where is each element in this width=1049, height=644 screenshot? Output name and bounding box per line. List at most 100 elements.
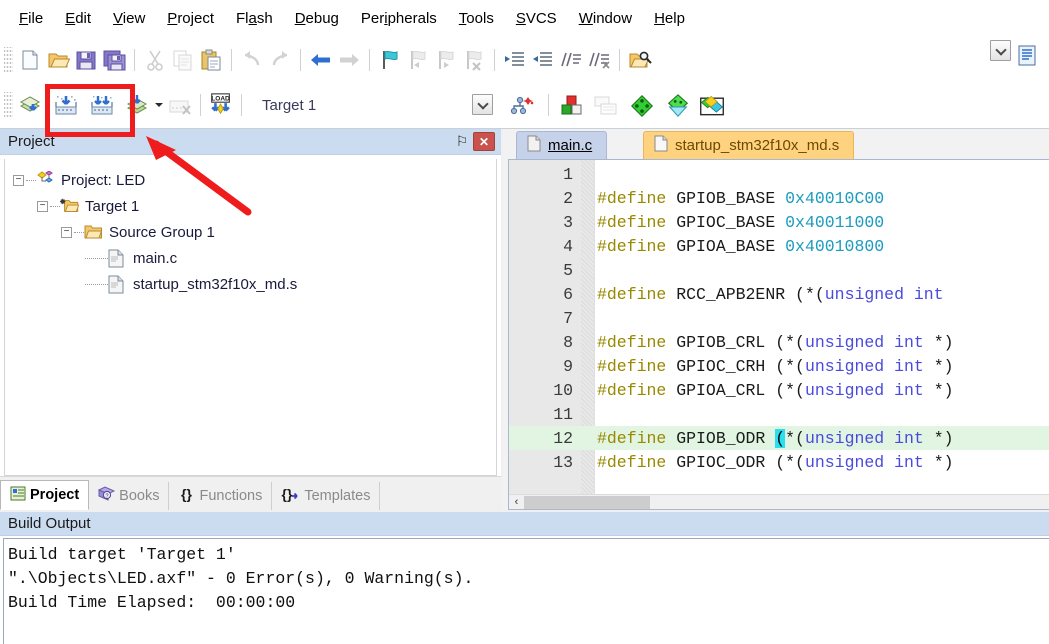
rebuild-icon[interactable] [88, 91, 116, 119]
menu-item-flash[interactable]: Flash [225, 6, 284, 31]
toolbar-grip[interactable] [4, 92, 13, 118]
tree-expander[interactable]: − [61, 226, 72, 238]
editor-tab-label: startup_stm32f10x_md.s [675, 137, 840, 154]
code-editor[interactable]: 1 2 #define GPIOB_BASE 0x40010C00 3 #define … [508, 159, 1049, 510]
new-file-icon[interactable] [16, 46, 44, 74]
build-output-text[interactable]: Build target 'Target 1' ".\Objects\LED.a… [3, 538, 1049, 644]
run-to-icon[interactable] [664, 92, 692, 120]
menu-item-svcs[interactable]: SVCS [505, 6, 568, 31]
target-options-icon[interactable] [508, 92, 536, 120]
code-line[interactable]: 7 [509, 306, 1049, 330]
code-line[interactable]: 9 #define GPIOC_CRH (*(unsigned int *) [509, 354, 1049, 378]
tree-node-startup-stm32f10x-md-s[interactable]: startup_stm32f10x_md.s [13, 271, 496, 297]
find-in-files-icon[interactable] [626, 46, 654, 74]
chevron-down-icon[interactable] [990, 40, 1011, 61]
tree-node-target-1[interactable]: − Target 1 [13, 193, 496, 219]
panel-tab-functions[interactable]: {} Functions [169, 482, 273, 510]
code-token: GPIOB_CRL [676, 332, 776, 352]
bookmark-toggle-icon[interactable] [376, 46, 404, 74]
undo-icon[interactable] [238, 46, 266, 74]
code-line[interactable]: 10 #define GPIOA_CRL (*(unsigned int *) [509, 378, 1049, 402]
code-line[interactable]: 2 #define GPIOB_BASE 0x40010C00 [509, 186, 1049, 210]
translate-icon[interactable] [18, 91, 46, 119]
code-token: GPIOC_ODR [676, 452, 776, 472]
bookmark-next-icon[interactable] [432, 46, 460, 74]
close-icon[interactable]: ✕ [473, 132, 495, 151]
build-icon[interactable] [52, 91, 80, 119]
project-tree[interactable]: − Project: LED − Target 1 − Source Group 1 mai… [4, 159, 497, 476]
menu-item-window[interactable]: Window [568, 6, 643, 31]
toolbar-grip[interactable] [4, 46, 13, 73]
stop-build-icon[interactable] [166, 91, 194, 119]
bookmark-clear-icon[interactable] [460, 46, 488, 74]
menu-item-debug[interactable]: Debug [284, 6, 350, 31]
editor-horizontal-scrollbar[interactable]: ‹ [509, 494, 1049, 509]
pack-installer-icon[interactable] [628, 92, 656, 120]
code-line[interactable]: 1 [509, 162, 1049, 186]
panel-tab-label: Books [119, 488, 160, 504]
toolbar-separator [200, 94, 201, 116]
code-token: #define [597, 236, 677, 256]
forward-arrow-icon[interactable] [335, 46, 363, 74]
chevron-down-icon[interactable] [472, 94, 493, 115]
menu-item-help[interactable]: Help [643, 6, 696, 31]
code-line[interactable]: 13 #define GPIOC_ODR (*(unsigned int *) [509, 450, 1049, 474]
back-arrow-icon[interactable] [307, 46, 335, 74]
code-token: GPIOC_CRH [676, 356, 776, 376]
code-line[interactable]: 4 #define GPIOA_BASE 0x40010800 [509, 234, 1049, 258]
line-number: 2 [563, 188, 573, 208]
panel-tab-project[interactable]: Project [0, 480, 90, 510]
code-line[interactable]: 3 #define GPIOC_BASE 0x40011000 [509, 210, 1049, 234]
paste-icon[interactable] [197, 46, 225, 74]
tree-expander[interactable]: − [37, 200, 48, 212]
menu-item-tools[interactable]: Tools [448, 6, 505, 31]
code-line[interactable]: 5 [509, 258, 1049, 282]
svg-text:{}: {} [282, 486, 293, 502]
project-icon [36, 171, 56, 189]
menu-item-peripherals[interactable]: Peripherals [350, 6, 448, 31]
uncomment-icon[interactable] [585, 46, 613, 74]
text-list-icon[interactable] [1013, 41, 1041, 69]
batch-build-dropdown-icon[interactable] [152, 91, 166, 119]
menu-item-view[interactable]: View [102, 6, 156, 31]
tree-node-main-c[interactable]: main.c [13, 245, 496, 271]
menu-item-file[interactable]: File [8, 6, 54, 31]
code-line[interactable]: 12 #define GPIOB_ODR (*(unsigned int *) [509, 426, 1049, 450]
multi-project-icon[interactable] [592, 92, 620, 120]
env-icon[interactable] [698, 92, 726, 120]
scroll-left-icon[interactable]: ‹ [509, 496, 524, 508]
tab-main-c[interactable]: main.c [516, 131, 608, 159]
save-icon[interactable] [72, 46, 100, 74]
cut-icon[interactable] [141, 46, 169, 74]
redo-icon[interactable] [266, 46, 294, 74]
tree-node-source-group-1[interactable]: − Source Group 1 [13, 219, 496, 245]
tree-expander[interactable]: − [13, 174, 24, 186]
manage-components-icon[interactable] [558, 92, 586, 120]
toolbar-overflow-dropdown[interactable] [990, 40, 1011, 61]
menu-item-project[interactable]: Project [156, 6, 225, 31]
indent-icon[interactable] [501, 46, 529, 74]
panel-tab-books[interactable]: ? Books [89, 482, 170, 510]
comment-icon[interactable] [557, 46, 585, 74]
code-text: #define GPIOB_CRL (*(unsigned int *) [579, 333, 954, 352]
open-file-icon[interactable] [44, 46, 72, 74]
tree-node-project-led[interactable]: − Project: LED [13, 167, 496, 193]
code-line[interactable]: 6 #define RCC_APB2ENR (*(unsigned int [509, 282, 1049, 306]
target-dropdown-arrow[interactable] [472, 94, 493, 115]
menu-item-edit[interactable]: Edit [54, 6, 102, 31]
bookmark-prev-icon[interactable] [404, 46, 432, 74]
target-select[interactable]: Target 1 [254, 93, 450, 117]
project-panel-title: Project [8, 133, 55, 150]
batch-build-icon[interactable] [124, 91, 152, 119]
code-line[interactable]: 11 [509, 402, 1049, 426]
scrollbar-thumb[interactable] [524, 495, 650, 509]
tab-startup-s[interactable]: startup_stm32f10x_md.s [643, 131, 855, 159]
code-token: 0x40010C00 [785, 188, 885, 208]
panel-tab-templates[interactable]: {} Templates [272, 482, 381, 510]
save-all-icon[interactable] [100, 46, 128, 74]
code-line[interactable]: 8 #define GPIOB_CRL (*(unsigned int *) [509, 330, 1049, 354]
outdent-icon[interactable] [529, 46, 557, 74]
download-icon[interactable]: LOAD [207, 91, 235, 119]
pin-icon[interactable]: ⚐ [451, 132, 473, 152]
copy-icon[interactable] [169, 46, 197, 74]
